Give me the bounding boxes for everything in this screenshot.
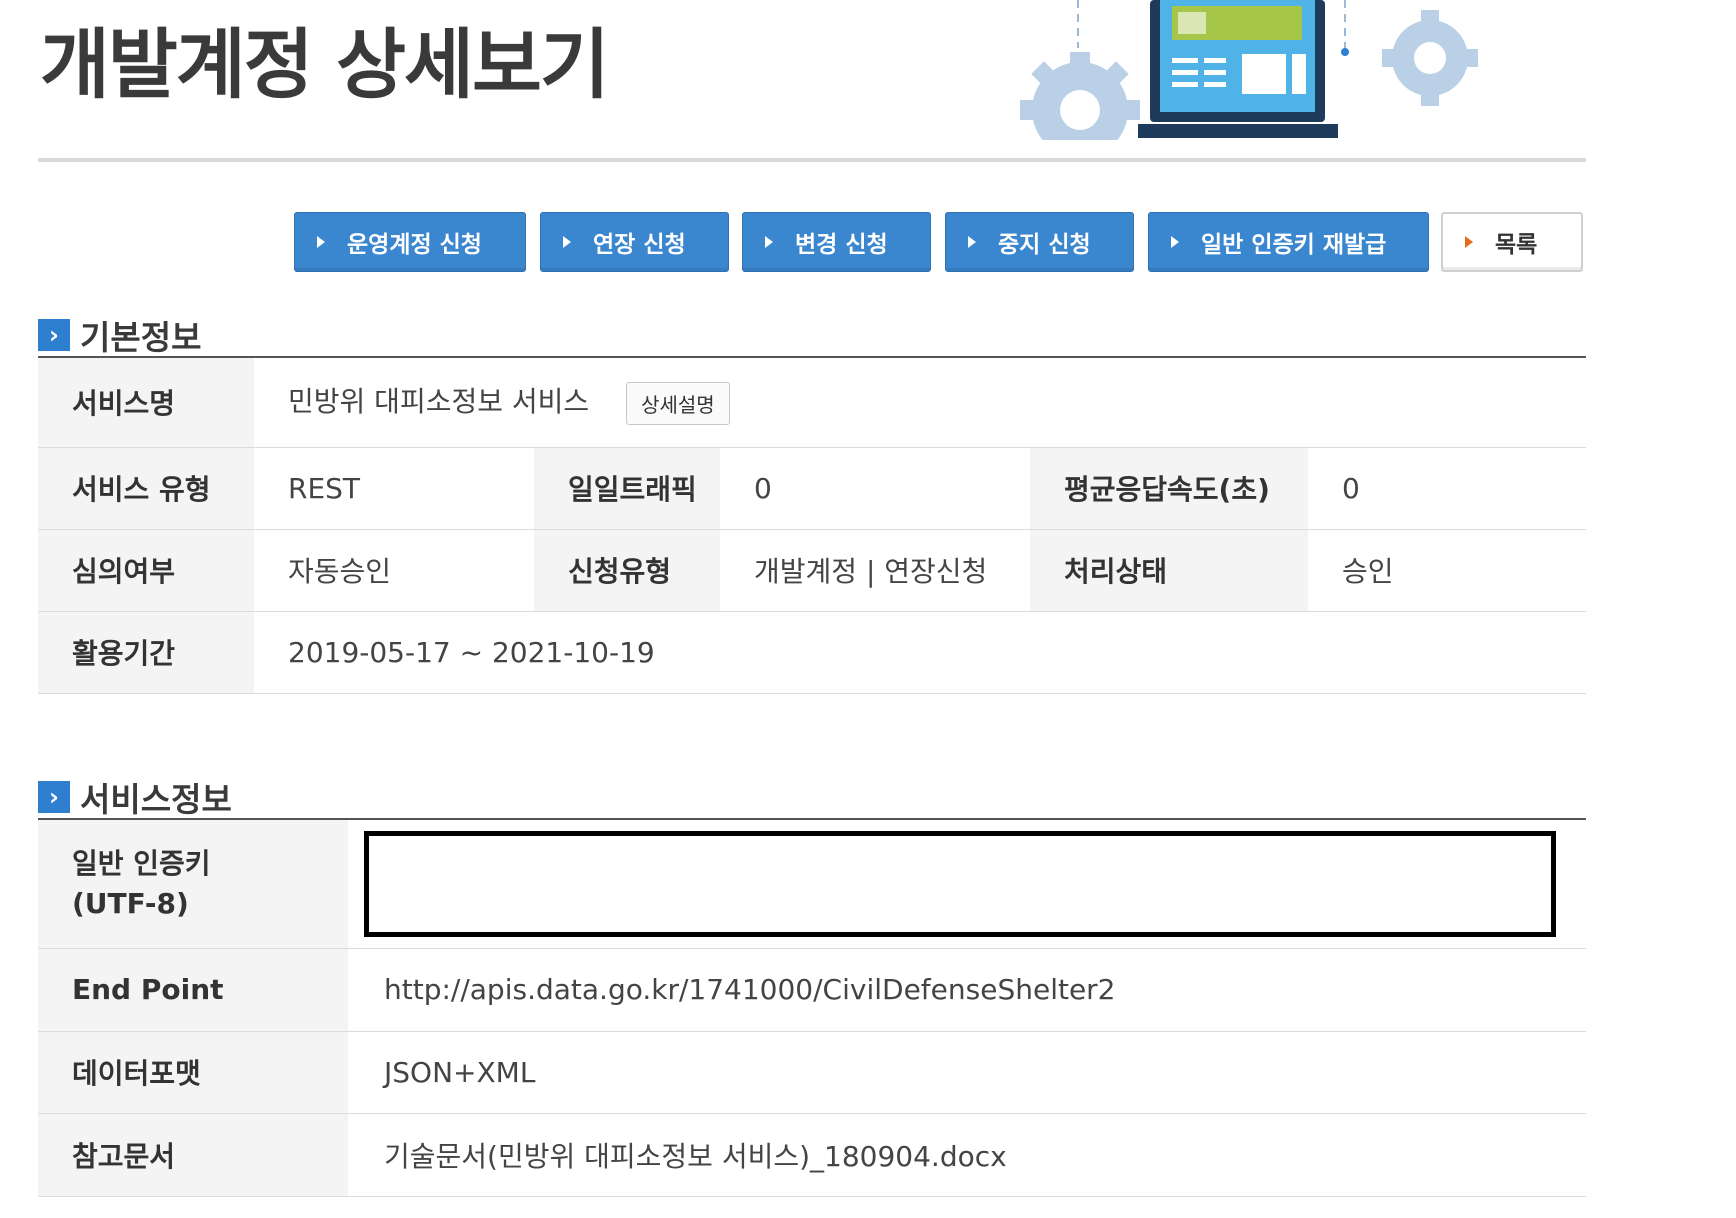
apply-production-label: 운영계정 신청 bbox=[347, 232, 482, 258]
status-value: 승인 bbox=[1308, 529, 1587, 612]
period-value: 2019-05-17 ~ 2021-10-19 bbox=[254, 611, 1587, 694]
service-info-header: › 서비스정보 bbox=[38, 773, 232, 821]
list-label: 목록 bbox=[1495, 232, 1538, 258]
avg-response-label: 평균응답속도(초) bbox=[1030, 447, 1308, 530]
basic-info-title: 기본정보 bbox=[80, 318, 202, 357]
basic-info-table: 서비스명 민방위 대피소정보 서비스 상세설명 서비스 유형 REST 일일트래… bbox=[38, 358, 1587, 694]
table-row: 참고문서 기술문서(민방위 대피소정보 서비스)_180904.docx bbox=[38, 1113, 1586, 1197]
reference-doc-label: 참고문서 bbox=[38, 1113, 348, 1197]
request-type-label: 신청유형 bbox=[534, 529, 720, 612]
table-row: 서비스 유형 REST 일일트래픽 0 평균응답속도(초) 0 bbox=[38, 447, 1587, 530]
table-row: 심의여부 자동승인 신청유형 개발계정 | 연장신청 처리상태 승인 bbox=[38, 529, 1587, 612]
apply-change-label: 변경 신청 bbox=[795, 232, 888, 258]
arrow-right-icon bbox=[317, 236, 325, 248]
developer-illustration bbox=[1020, 0, 1478, 140]
service-name-value: 민방위 대피소정보 서비스 bbox=[288, 385, 590, 418]
apply-production-button[interactable]: 운영계정 신청 bbox=[294, 212, 526, 272]
endpoint-value: http://apis.data.go.kr/1741000/CivilDefe… bbox=[348, 948, 1586, 1032]
reference-doc-link[interactable]: 기술문서(민방위 대피소정보 서비스)_180904.docx bbox=[348, 1113, 1586, 1197]
reissue-key-button[interactable]: 일반 인증키 재발급 bbox=[1148, 212, 1429, 272]
service-type-value: REST bbox=[254, 447, 534, 530]
data-format-value: JSON+XML bbox=[348, 1031, 1586, 1114]
arrow-right-icon bbox=[1171, 236, 1179, 248]
chevron-right-icon: › bbox=[38, 781, 70, 813]
daily-traffic-label: 일일트래픽 bbox=[534, 447, 720, 530]
service-type-label: 서비스 유형 bbox=[38, 447, 254, 530]
list-button[interactable]: 목록 bbox=[1441, 212, 1583, 272]
service-info-title: 서비스정보 bbox=[80, 780, 232, 819]
table-row: End Point http://apis.data.go.kr/1741000… bbox=[38, 948, 1586, 1032]
auth-key-label: 일반 인증키 (UTF-8) bbox=[38, 820, 348, 949]
apply-stop-button[interactable]: 중지 신청 bbox=[945, 212, 1134, 272]
period-label: 활용기간 bbox=[38, 611, 254, 694]
table-row: 일반 인증키 (UTF-8) bbox=[38, 820, 1586, 949]
data-format-label: 데이터포맷 bbox=[38, 1031, 348, 1114]
table-row: 활용기간 2019-05-17 ~ 2021-10-19 bbox=[38, 611, 1587, 694]
auth-key-value-box[interactable] bbox=[364, 830, 1556, 937]
table-row: 서비스명 민방위 대피소정보 서비스 상세설명 bbox=[38, 358, 1587, 448]
page-title: 개발계정 상세보기 bbox=[40, 20, 610, 109]
chevron-right-icon: › bbox=[38, 319, 70, 351]
arrow-right-icon bbox=[968, 236, 976, 248]
service-info-table: 일반 인증키 (UTF-8) End Point http://apis.dat… bbox=[38, 820, 1586, 1197]
apply-extension-label: 연장 신청 bbox=[593, 232, 686, 258]
status-label: 처리상태 bbox=[1030, 529, 1308, 612]
apply-stop-label: 중지 신청 bbox=[998, 232, 1091, 258]
reissue-key-label: 일반 인증키 재발급 bbox=[1201, 232, 1387, 258]
daily-traffic-value: 0 bbox=[720, 447, 1030, 530]
service-name-label: 서비스명 bbox=[38, 358, 254, 448]
arrow-right-icon bbox=[765, 236, 773, 248]
review-value: 자동승인 bbox=[254, 529, 534, 612]
auth-key-label-line1: 일반 인증키 bbox=[72, 846, 211, 880]
title-divider bbox=[38, 158, 1586, 162]
review-label: 심의여부 bbox=[38, 529, 254, 612]
apply-change-button[interactable]: 변경 신청 bbox=[742, 212, 931, 272]
basic-info-header: › 기본정보 bbox=[38, 311, 201, 359]
auth-key-cell bbox=[348, 820, 1586, 949]
service-name-cell: 민방위 대피소정보 서비스 상세설명 bbox=[254, 358, 1587, 448]
auth-key-label-line2: (UTF-8) bbox=[72, 886, 189, 920]
action-buttons: 운영계정 신청 연장 신청 변경 신청 중지 신청 일반 인증키 재발급 목록 bbox=[0, 212, 1736, 272]
request-type-value: 개발계정 | 연장신청 bbox=[720, 529, 1030, 612]
arrow-right-icon bbox=[563, 236, 571, 248]
table-row: 데이터포맷 JSON+XML bbox=[38, 1031, 1586, 1114]
endpoint-label: End Point bbox=[38, 948, 348, 1032]
detail-description-button[interactable]: 상세설명 bbox=[626, 381, 730, 425]
apply-extension-button[interactable]: 연장 신청 bbox=[540, 212, 729, 272]
avg-response-value: 0 bbox=[1308, 447, 1587, 530]
arrow-right-icon bbox=[1465, 236, 1473, 248]
